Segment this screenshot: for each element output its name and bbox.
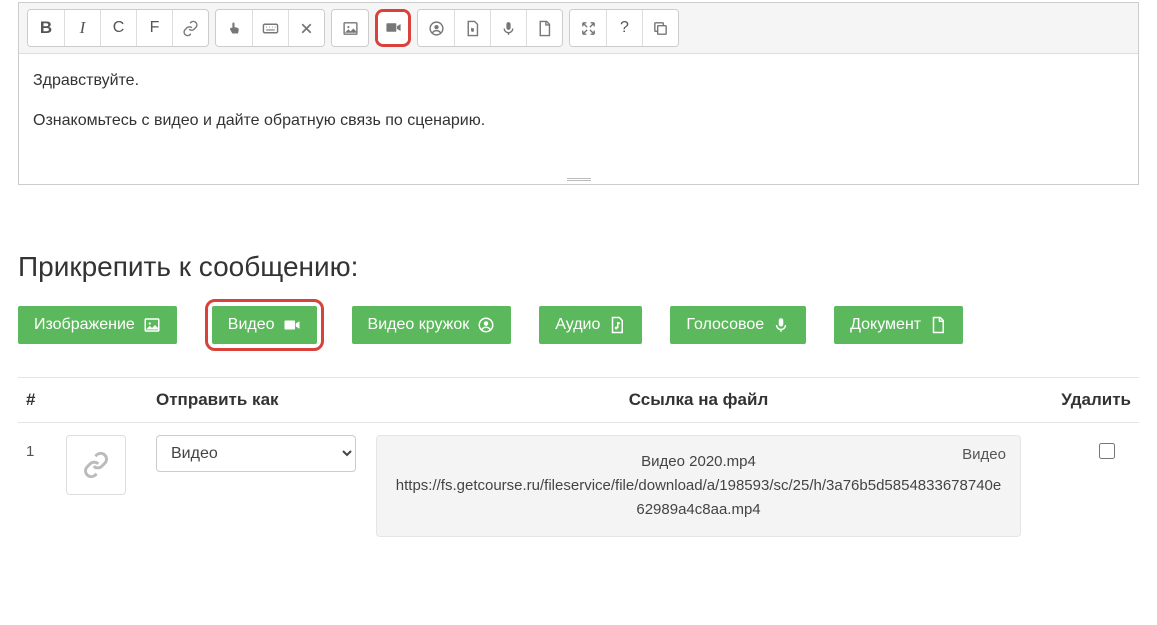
pointer-button[interactable] <box>216 10 252 46</box>
attach-video-highlight: Видео <box>205 299 324 351</box>
video-button-highlight <box>375 9 411 47</box>
f-label: F <box>150 19 160 37</box>
microphone-icon <box>772 316 790 334</box>
col-del-header: Удалить <box>1029 378 1139 423</box>
italic-label: I <box>80 18 86 38</box>
file-icon <box>929 316 947 334</box>
insert-voice-button[interactable] <box>490 10 526 46</box>
attach-document-label: Документ <box>850 316 921 334</box>
help-button[interactable]: ? <box>606 10 642 46</box>
video-camera-icon <box>385 19 402 36</box>
insert-audio-button[interactable] <box>454 10 490 46</box>
insert-video-circle-button[interactable] <box>418 10 454 46</box>
editor-line-2: Ознакомьтесь с видео и дайте обратную св… <box>33 112 1124 130</box>
file-audio-icon <box>464 20 481 37</box>
editor-line-1: Здравствуйте. <box>33 72 1124 90</box>
attach-image-button[interactable]: Изображение <box>18 306 177 344</box>
editor-toolbar: B I С F ? <box>19 3 1138 54</box>
attach-voice-label: Голосовое <box>686 316 764 334</box>
bold-button[interactable]: B <box>28 10 64 46</box>
file-url: https://fs.getcourse.ru/fileservice/file… <box>393 474 1004 522</box>
insert-video-button[interactable] <box>378 12 408 42</box>
col-num-header: # <box>18 378 58 423</box>
c-label: С <box>113 19 125 37</box>
col-file-header: Ссылка на файл <box>368 378 1029 423</box>
link-button[interactable] <box>172 10 208 46</box>
copy-icon <box>652 20 669 37</box>
resize-handle[interactable] <box>19 174 1138 184</box>
file-type-badge: Видео <box>962 446 1006 463</box>
file-audio-icon <box>608 316 626 334</box>
attach-video-button[interactable]: Видео <box>212 306 317 344</box>
image-icon <box>342 20 359 37</box>
table-row: 1 Видео Видео Видео 2020.mp4 https://fs.… <box>18 423 1139 550</box>
col-sendas-header: Отправить как <box>148 378 368 423</box>
link-icon <box>182 20 199 37</box>
microphone-icon <box>500 20 517 37</box>
clear-button[interactable] <box>288 10 324 46</box>
italic-button[interactable]: I <box>64 10 100 46</box>
keyboard-icon <box>262 20 279 37</box>
video-camera-icon <box>283 316 301 334</box>
help-label: ? <box>620 19 629 37</box>
attachments-table: # Отправить как Ссылка на файл Удалить 1… <box>18 377 1139 549</box>
keyboard-button[interactable] <box>252 10 288 46</box>
link-icon <box>82 451 110 479</box>
file-cell: Видео Видео 2020.mp4 https://fs.getcours… <box>376 435 1021 537</box>
expand-icon <box>580 20 597 37</box>
user-circle-icon <box>428 20 445 37</box>
fullscreen-button[interactable] <box>570 10 606 46</box>
attach-audio-label: Аудио <box>555 316 600 334</box>
editor-content[interactable]: Здравствуйте. Ознакомьтесь с видео и дай… <box>19 54 1138 174</box>
strike-button[interactable]: С <box>100 10 136 46</box>
attach-video-circle-label: Видео кружок <box>368 316 470 334</box>
attach-video-circle-button[interactable]: Видео кружок <box>352 306 512 344</box>
attach-document-button[interactable]: Документ <box>834 306 963 344</box>
copy-button[interactable] <box>642 10 678 46</box>
close-icon <box>298 20 315 37</box>
bold-label: B <box>40 18 52 38</box>
insert-image-button[interactable] <box>332 10 368 46</box>
attach-video-label: Видео <box>228 316 275 334</box>
send-as-select[interactable]: Видео <box>156 435 356 472</box>
rich-text-editor: B I С F ? Здравствуйте. <box>18 2 1139 185</box>
file-icon <box>536 20 553 37</box>
delete-checkbox[interactable] <box>1099 443 1115 459</box>
attach-image-label: Изображение <box>34 316 135 334</box>
row-number: 1 <box>18 423 58 550</box>
file-link-button[interactable] <box>66 435 126 495</box>
insert-document-button[interactable] <box>526 10 562 46</box>
user-circle-icon <box>477 316 495 334</box>
attach-buttons-row: Изображение Видео Видео кружок Аудио Гол… <box>18 299 1139 351</box>
hand-pointer-icon <box>226 20 243 37</box>
attach-heading: Прикрепить к сообщению: <box>18 251 1139 283</box>
image-icon <box>143 316 161 334</box>
attach-voice-button[interactable]: Голосовое <box>670 306 806 344</box>
font-button[interactable]: F <box>136 10 172 46</box>
attach-audio-button[interactable]: Аудио <box>539 306 642 344</box>
file-name: Видео 2020.mp4 <box>393 450 1004 474</box>
